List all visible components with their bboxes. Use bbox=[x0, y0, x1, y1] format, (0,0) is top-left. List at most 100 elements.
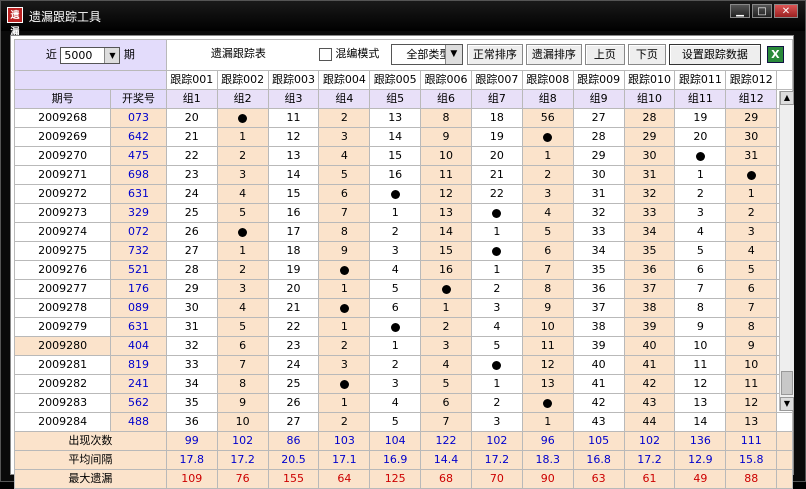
scroll-down-icon[interactable]: ▼ bbox=[780, 397, 794, 411]
winning-number-cell: 562 bbox=[110, 393, 167, 413]
table-row[interactable]: 2009279 631 31 5 22 1 2 4 10 38 39 9 8 bbox=[13, 317, 793, 337]
prev-page-button[interactable]: 上页 bbox=[584, 44, 625, 65]
hit-dot-icon bbox=[390, 189, 400, 199]
main-panel: 近 5000 ▼ 期遗漏跟踪表 混编模式 全部类型 ▼ 正常排序 遗漏排序 上页 下页 设置跟踪… bbox=[10, 35, 794, 489]
miss-count-cell: 36 bbox=[572, 279, 625, 299]
period-count-select[interactable]: 5000 ▼ bbox=[60, 46, 121, 64]
tracker-header[interactable]: 跟踪008 bbox=[521, 70, 574, 90]
hit-marker-cell bbox=[521, 127, 574, 147]
miss-count-cell: 12 bbox=[267, 127, 320, 147]
group-header[interactable]: 组6 bbox=[420, 89, 472, 109]
close-button[interactable]: ✕ bbox=[774, 4, 798, 18]
miss-count-cell: 1 bbox=[470, 374, 523, 394]
table-row[interactable]: 2009274 072 26 17 8 2 14 1 5 33 34 4 3 bbox=[13, 222, 793, 242]
stats-value: 17.2 bbox=[216, 450, 269, 470]
period-cell: 2009284 bbox=[13, 412, 112, 432]
miss-count-cell: 6 bbox=[420, 393, 472, 413]
miss-count-cell: 1 bbox=[420, 298, 472, 318]
miss-count-cell: 2 bbox=[369, 355, 422, 375]
miss-count-cell: 33 bbox=[165, 355, 218, 375]
table-row[interactable]: 2009282 241 34 8 25 3 5 1 13 41 42 12 11 bbox=[13, 374, 793, 394]
group-header[interactable]: 组3 bbox=[267, 89, 320, 109]
excel-export-icon[interactable]: X bbox=[766, 46, 784, 63]
maximize-button[interactable]: □ bbox=[752, 4, 772, 18]
tracker-header[interactable]: 跟踪007 bbox=[470, 70, 523, 90]
tracker-header[interactable]: 跟踪010 bbox=[623, 70, 676, 90]
title-bar[interactable]: 遗漏 遗漏跟踪工具 ▁ □ ✕ bbox=[1, 1, 805, 37]
miss-count-cell: 38 bbox=[623, 298, 676, 318]
stats-value: 68 bbox=[420, 469, 472, 489]
vertical-scrollbar[interactable]: ▲ ▼ bbox=[779, 91, 794, 411]
group-header[interactable]: 组4 bbox=[318, 89, 371, 109]
tracker-header[interactable]: 跟踪005 bbox=[369, 70, 422, 90]
miss-count-cell: 36 bbox=[623, 260, 676, 280]
miss-count-cell: 5 bbox=[470, 336, 523, 356]
miss-count-cell: 3 bbox=[470, 412, 523, 432]
table-row[interactable]: 2009280 404 32 6 23 2 1 3 5 11 39 40 10 9 bbox=[13, 336, 793, 356]
hit-marker-cell bbox=[470, 241, 523, 261]
tracker-header[interactable]: 跟踪004 bbox=[318, 70, 371, 90]
table-row[interactable]: 2009276 521 28 2 19 4 16 1 7 35 36 6 5 bbox=[13, 260, 793, 280]
miss-count-cell: 8 bbox=[674, 298, 727, 318]
scroll-thumb[interactable] bbox=[781, 371, 793, 395]
stats-row: 最大遗漏 109 76 155 64 125 68 70 90 63 61 49 88 bbox=[14, 469, 793, 489]
table-row[interactable]: 2009275 732 27 1 18 9 3 15 6 34 35 5 4 bbox=[13, 241, 793, 261]
table-row[interactable]: 2009271 698 23 3 14 5 16 11 21 2 30 31 1 bbox=[13, 165, 793, 185]
group-header[interactable]: 组1 bbox=[165, 89, 218, 109]
table-row[interactable]: 2009277 176 29 3 20 1 5 2 8 36 37 7 6 bbox=[13, 279, 793, 299]
tracker-header[interactable]: 跟踪002 bbox=[216, 70, 269, 90]
type-select[interactable]: 全部类型 ▼ bbox=[390, 44, 463, 65]
stats-value: 122 bbox=[420, 431, 472, 451]
miss-count-cell: 22 bbox=[267, 317, 320, 337]
tracker-header[interactable]: 跟踪003 bbox=[267, 70, 320, 90]
mixed-mode-checkbox[interactable]: 混编模式 bbox=[318, 44, 379, 65]
minimize-button[interactable]: ▁ bbox=[730, 4, 750, 18]
stats-label: 平均间隔 bbox=[14, 450, 167, 470]
chevron-down-icon[interactable]: ▼ bbox=[104, 47, 120, 63]
table-row[interactable]: 2009284 488 36 10 27 2 5 7 3 1 43 44 14 13 bbox=[13, 412, 793, 432]
group-header[interactable]: 组10 bbox=[623, 89, 676, 109]
checkbox-icon[interactable] bbox=[318, 47, 332, 61]
table-row[interactable]: 2009269 642 21 1 12 3 14 9 19 28 29 20 30 bbox=[13, 127, 793, 147]
miss-count-cell: 30 bbox=[165, 298, 218, 318]
settings-button[interactable]: 设置跟踪数据 bbox=[668, 44, 761, 65]
tracker-header[interactable]: 跟踪001 bbox=[165, 70, 218, 90]
miss-count-cell: 10 bbox=[521, 317, 574, 337]
scroll-up-icon[interactable]: ▲ bbox=[780, 91, 794, 105]
table-row[interactable]: 2009273 329 25 5 16 7 1 13 4 32 33 3 2 bbox=[13, 203, 793, 223]
miss-count-cell: 41 bbox=[572, 374, 625, 394]
table-row[interactable]: 2009272 631 24 4 15 6 12 22 3 31 32 2 1 bbox=[13, 184, 793, 204]
group-header[interactable]: 组7 bbox=[470, 89, 523, 109]
group-header[interactable]: 组5 bbox=[369, 89, 422, 109]
hit-dot-icon bbox=[441, 284, 451, 294]
table-row[interactable]: 2009270 475 22 2 13 4 15 10 20 1 29 30 31 bbox=[13, 146, 793, 166]
table-row[interactable]: 2009278 089 30 4 21 6 1 3 9 37 38 8 7 bbox=[13, 298, 793, 318]
miss-count-cell: 7 bbox=[521, 260, 574, 280]
tracker-header[interactable]: 跟踪006 bbox=[420, 70, 472, 90]
miss-count-cell: 9 bbox=[725, 336, 778, 356]
chevron-down-icon[interactable]: ▼ bbox=[444, 45, 462, 64]
stats-row: 平均间隔 17.8 17.2 20.5 17.1 16.9 14.4 17.2 18.3 16.8… bbox=[14, 450, 793, 470]
tracker-header[interactable]: 跟踪009 bbox=[572, 70, 625, 90]
tracker-header[interactable]: 跟踪011 bbox=[674, 70, 727, 90]
normal-sort-button[interactable]: 正常排序 bbox=[466, 44, 523, 65]
next-page-button[interactable]: 下页 bbox=[627, 44, 666, 65]
stats-value: 63 bbox=[572, 469, 625, 489]
group-header[interactable]: 组8 bbox=[521, 89, 574, 109]
group-header[interactable]: 组11 bbox=[674, 89, 727, 109]
winning-number-cell: 732 bbox=[110, 241, 167, 261]
tracker-header[interactable]: 跟踪012 bbox=[725, 70, 778, 90]
group-header[interactable]: 组12 bbox=[725, 89, 778, 109]
table-row[interactable]: 2009283 562 35 9 26 1 4 6 2 42 43 13 12 bbox=[13, 393, 793, 413]
table-row[interactable]: 2009268 073 20 11 2 13 8 18 56 27 28 19 29 bbox=[13, 108, 793, 128]
miss-count-cell: 10 bbox=[674, 336, 727, 356]
toolbar: 遗漏跟踪表 混编模式 全部类型 ▼ 正常排序 遗漏排序 上页 下页 设置跟踪数据 X bbox=[165, 39, 794, 71]
table-row[interactable]: 2009281 819 33 7 24 3 2 4 12 40 41 11 10 bbox=[13, 355, 793, 375]
miss-sort-button[interactable]: 遗漏排序 bbox=[525, 44, 582, 65]
miss-count-cell: 39 bbox=[623, 317, 676, 337]
group-header[interactable]: 组2 bbox=[216, 89, 269, 109]
period-cell: 2009281 bbox=[13, 355, 112, 375]
group-header[interactable]: 组9 bbox=[572, 89, 625, 109]
miss-count-cell: 2 bbox=[674, 184, 727, 204]
period-cell: 2009280 bbox=[13, 336, 112, 356]
